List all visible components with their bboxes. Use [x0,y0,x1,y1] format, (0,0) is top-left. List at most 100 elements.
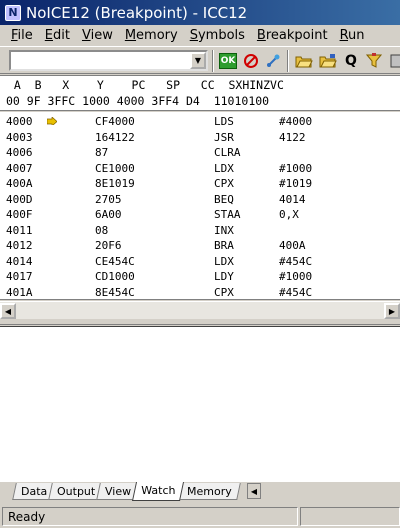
code-row[interactable]: 400F 6A00 STAA 0,X [0,207,400,223]
disassembly-pane[interactable]: 4000 CF4000 LDS #4000 4003 164122 JSR 4122 4006 8… [0,112,400,300]
code-address: 4006 [6,146,33,159]
tab-strip: ◀ Data Output View Watch Memory [0,482,400,502]
pc-arrow-icon [47,117,57,125]
code-bytes: CF4000 [95,115,135,128]
code-operand: 0,X [279,208,299,221]
menu-symbols[interactable]: Symbols [184,28,251,43]
code-row[interactable]: 4012 20F6 BRA 400A [0,238,400,254]
code-address: 4000 [6,115,33,128]
code-operand: 400A [279,239,306,252]
code-opcode: STAA [214,208,241,221]
code-bytes: 8E1019 [95,177,135,190]
code-bytes: 8E454C [95,285,135,299]
menu-view[interactable]: View [76,28,119,43]
tools-button[interactable] [386,51,400,71]
menu-run[interactable]: Run [334,28,371,43]
funnel-icon [366,53,382,68]
chevron-down-icon[interactable]: ▼ [190,52,206,69]
horizontal-scrollbar[interactable]: ◀ ▶ [0,301,400,319]
code-row[interactable]: 400A 8E1019 CPX #1019 [0,176,400,192]
step-icon [267,54,280,67]
menu-bar: File Edit View Memory Symbols Breakpoint Run [0,25,400,45]
code-bytes: 6A00 [95,208,122,221]
code-address: 401A [6,285,33,299]
open-button[interactable] [294,51,314,71]
code-row[interactable]: 4017 CD1000 LDY #1000 [0,269,400,285]
code-opcode: BRA [214,239,234,252]
code-operand: 4122 [279,130,306,144]
code-row[interactable]: 400D 2705 BEQ 4014 [0,192,400,208]
code-address: 400F [6,208,33,221]
code-opcode: CPX [214,177,234,190]
stop-button[interactable] [241,51,261,71]
status-text: Ready [2,507,298,526]
ok-label: OK [220,55,236,66]
code-row[interactable]: 4006 87 CLRA [0,145,400,161]
noice-app-icon[interactable]: N [5,4,21,21]
code-bytes: CD1000 [95,270,135,283]
code-operand: #454C [279,285,313,299]
tab-scroll-left-icon[interactable]: ◀ [247,483,261,499]
menu-breakpoint[interactable]: Breakpoint [251,28,334,43]
code-row[interactable]: 4014 CE454C LDX #454C [0,254,400,270]
code-address: 400D [6,192,33,206]
code-row[interactable]: 4011 08 INX [0,223,400,239]
load-button[interactable] [318,51,338,71]
toolbar-separator [212,50,214,72]
status-label: Ready [8,509,46,524]
code-address: 4007 [6,161,33,175]
menu-memory[interactable]: Memory [119,28,184,43]
status-bar: Ready [0,505,400,528]
code-row[interactable]: 4000 CF4000 LDS #4000 [0,114,400,130]
menu-file[interactable]: File [0,28,39,43]
code-bytes: CE1000 [95,161,135,175]
pane-splitter[interactable] [0,319,400,325]
step-button[interactable] [263,51,283,71]
code-bytes: 2705 [95,192,122,206]
code-address: 400A [6,177,33,190]
tools-icon [390,54,400,68]
q-icon: Q [345,53,357,69]
code-opcode: CPX [214,285,234,299]
code-address: 4012 [6,239,33,252]
code-bytes: CE454C [95,254,135,268]
toolbar-separator [287,50,289,72]
code-operand: #1000 [279,161,313,175]
code-row[interactable]: 401A 8E454C CPX #454C [0,285,400,300]
tab-memory[interactable]: Memory [178,483,241,500]
ok-icon: OK [219,53,237,69]
code-opcode: LDX [214,161,234,175]
tab-watch[interactable]: Watch [131,482,185,501]
go-ok-button[interactable]: OK [218,51,238,71]
register-values[interactable]: 00 9F 3FFC 1000 4000 3FF4 D4 11010100 [6,94,269,108]
code-operand: #454C [279,254,313,268]
code-bytes: 20F6 [95,239,122,252]
title-bar[interactable]: N NoICE12 (Breakpoint) - ICC12 [0,0,400,25]
code-opcode: LDY [214,270,234,283]
code-bytes: 164122 [95,130,135,144]
watch-pane[interactable] [0,326,400,482]
scroll-right-icon[interactable]: ▶ [384,303,400,319]
code-row[interactable]: 4003 164122 JSR 4122 [0,130,400,146]
address-combo[interactable]: ▼ [9,50,208,71]
folder-load-icon [319,54,337,68]
code-address: 4003 [6,130,33,144]
register-header: A B X Y PC SP CC SXHINZVC [0,78,284,92]
menu-edit[interactable]: Edit [39,28,76,43]
code-operand: #4000 [279,115,313,128]
code-opcode: LDX [214,254,234,268]
folder-open-icon [295,56,313,68]
code-bytes: 87 [95,146,109,159]
code-operand: 4014 [279,192,306,206]
tab-label: Watch [141,484,176,497]
funnel-button[interactable] [364,51,384,71]
window-title: NoICE12 (Breakpoint) - ICC12 [26,3,248,22]
code-row[interactable]: 4007 CE1000 LDX #1000 [0,161,400,177]
code-operand: #1000 [279,270,313,283]
scroll-left-icon[interactable]: ◀ [0,303,16,319]
register-panel: A B X Y PC SP CC SXHINZVC 00 9F 3FFC 100… [0,75,400,111]
tab-label: Output [57,485,96,498]
code-opcode: BEQ [214,192,234,206]
find-button[interactable]: Q [341,51,361,71]
code-address: 4017 [6,270,33,283]
